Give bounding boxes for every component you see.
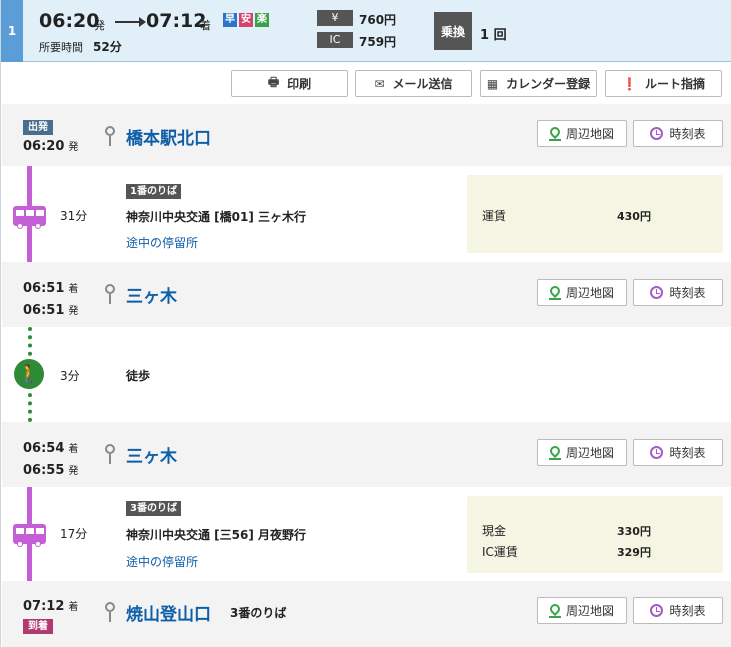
segment-row: 🚶 3分 徒歩 bbox=[2, 327, 731, 422]
fare-label: 運賃 bbox=[482, 209, 507, 223]
duration-label: 所要時間 bbox=[39, 41, 83, 54]
transfer-count: 1 回 bbox=[480, 28, 507, 43]
duration-value: 52分 bbox=[93, 40, 122, 54]
segment-row: 17分 3番のりば 神奈川中央交通 [三56] 月夜野行 途中の停留所 現金 3… bbox=[2, 487, 731, 581]
map-button[interactable]: 周辺地図 bbox=[537, 120, 627, 147]
fare-value: 329円 bbox=[617, 546, 651, 559]
station-name[interactable]: 三ヶ木 bbox=[126, 282, 177, 307]
stop-row: 06:51 着 06:51 発 三ヶ木 周辺地図 時刻表 bbox=[2, 262, 731, 327]
depart-tag: 出発 bbox=[23, 120, 53, 135]
report-button[interactable]: ❗ ルート指摘 bbox=[605, 70, 722, 97]
email-label: メール送信 bbox=[392, 77, 453, 91]
badge-cheap-icon: 安 bbox=[239, 13, 253, 27]
route-detail: 1 06:20 発 07:12 着 早 安 楽 所要時間 52分 ¥ 760円 … bbox=[0, 0, 731, 647]
bus-stop-pin-icon bbox=[104, 284, 116, 308]
fare-label: 現金 bbox=[482, 524, 507, 538]
map-button[interactable]: 周辺地図 bbox=[537, 439, 627, 466]
fare-value: 330円 bbox=[617, 525, 651, 538]
intermediate-stops-link[interactable]: 途中の停留所 bbox=[126, 553, 198, 570]
segment-row: 31分 1番のりば 神奈川中央交通 [橋01] 三ヶ木行 途中の停留所 運賃 4… bbox=[2, 166, 731, 262]
arrow-right-icon bbox=[115, 17, 146, 27]
fare-label: IC運賃 bbox=[482, 545, 518, 559]
depart-suffix: 発 bbox=[94, 19, 105, 32]
bus-icon bbox=[13, 524, 46, 547]
map-pin-icon bbox=[548, 604, 561, 618]
timetable-button[interactable]: 時刻表 bbox=[633, 120, 723, 147]
map-pin-icon bbox=[548, 127, 561, 141]
print-label: 印刷 bbox=[287, 77, 312, 91]
envelope-icon: ✉ bbox=[374, 76, 385, 91]
stop-row: 07:12 着 到着 焼山登山口 3番のりば 周辺地図 時刻表 bbox=[2, 581, 731, 647]
fare-box: 現金 330円 IC運賃 329円 bbox=[467, 496, 723, 573]
platform-label: 3番のりば bbox=[230, 606, 287, 620]
depart-time: 06:20 bbox=[39, 10, 100, 32]
bus-stop-pin-icon bbox=[104, 444, 116, 468]
badge-easy-icon: 楽 bbox=[255, 13, 269, 27]
timetable-button[interactable]: 時刻表 bbox=[633, 597, 723, 624]
station-name[interactable]: 橋本駅北口 bbox=[126, 124, 211, 149]
station-name[interactable]: 焼山登山口 bbox=[126, 600, 211, 625]
stop-arrive-time: 06:51 着 bbox=[23, 281, 79, 296]
fare-cash-value: 760円 bbox=[359, 13, 397, 27]
badge-fast-icon: 早 bbox=[223, 13, 237, 27]
map-button[interactable]: 周辺地図 bbox=[537, 597, 627, 624]
segment-duration: 3分 bbox=[60, 369, 80, 383]
bus-stop-pin-icon bbox=[104, 602, 116, 626]
fare-value: 430円 bbox=[617, 210, 651, 223]
fare-cash-tag: ¥ bbox=[317, 10, 353, 26]
fare-ic-tag: IC bbox=[317, 32, 353, 48]
calendar-label: カレンダー登録 bbox=[506, 77, 591, 91]
walk-label: 徒歩 bbox=[126, 369, 151, 383]
route-index: 1 bbox=[1, 0, 23, 62]
segment-duration: 17分 bbox=[60, 527, 88, 541]
stop-row: 06:54 着 06:55 発 三ヶ木 周辺地図 時刻表 bbox=[2, 422, 731, 487]
arrive-tag: 到着 bbox=[23, 619, 53, 634]
print-button[interactable]: 🖶 印刷 bbox=[231, 70, 348, 97]
walk-icon: 🚶 bbox=[14, 359, 44, 389]
printer-icon: 🖶 bbox=[267, 75, 280, 89]
stop-depart-time: 06:55 発 bbox=[23, 463, 79, 478]
clock-icon bbox=[650, 286, 664, 299]
stop-depart-time: 06:51 発 bbox=[23, 303, 79, 318]
transfer-label: 乗換 bbox=[434, 12, 472, 50]
timetable-button[interactable]: 時刻表 bbox=[633, 279, 723, 306]
line-name: 神奈川中央交通 [橋01] 三ヶ木行 bbox=[126, 210, 307, 224]
map-pin-icon bbox=[548, 446, 561, 460]
stop-time: 07:12 着 bbox=[23, 599, 79, 614]
clock-icon bbox=[650, 446, 664, 459]
line-name: 神奈川中央交通 [三56] 月夜野行 bbox=[126, 528, 307, 542]
bus-icon bbox=[13, 206, 46, 229]
bus-stop-pin-icon bbox=[104, 126, 116, 150]
alert-icon: ❗ bbox=[622, 76, 637, 91]
station-name[interactable]: 三ヶ木 bbox=[126, 442, 177, 467]
map-button[interactable]: 周辺地図 bbox=[537, 279, 627, 306]
segment-duration: 31分 bbox=[60, 209, 88, 223]
clock-icon bbox=[650, 127, 664, 140]
route-summary[interactable]: 1 06:20 発 07:12 着 早 安 楽 所要時間 52分 ¥ 760円 … bbox=[1, 0, 731, 62]
fare-box: 運賃 430円 bbox=[467, 175, 723, 253]
stop-arrive-time: 06:54 着 bbox=[23, 441, 79, 456]
timetable-button[interactable]: 時刻表 bbox=[633, 439, 723, 466]
arrive-suffix: 着 bbox=[200, 19, 211, 32]
clock-icon bbox=[650, 604, 664, 617]
fare-ic-value: 759円 bbox=[359, 35, 397, 49]
email-button[interactable]: ✉ メール送信 bbox=[355, 70, 472, 97]
stop-row: 出発 06:20 発 橋本駅北口 周辺地図 時刻表 bbox=[2, 104, 731, 166]
report-label: ルート指摘 bbox=[644, 77, 705, 91]
map-pin-icon bbox=[548, 286, 561, 300]
arrive-time: 07:12 bbox=[146, 10, 207, 32]
stop-time: 06:20 発 bbox=[23, 139, 79, 154]
calendar-icon: ▦ bbox=[486, 76, 499, 91]
platform-tag: 3番のりば bbox=[126, 501, 181, 516]
platform-tag: 1番のりば bbox=[126, 184, 181, 199]
calendar-button[interactable]: ▦ カレンダー登録 bbox=[480, 70, 597, 97]
intermediate-stops-link[interactable]: 途中の停留所 bbox=[126, 234, 198, 251]
